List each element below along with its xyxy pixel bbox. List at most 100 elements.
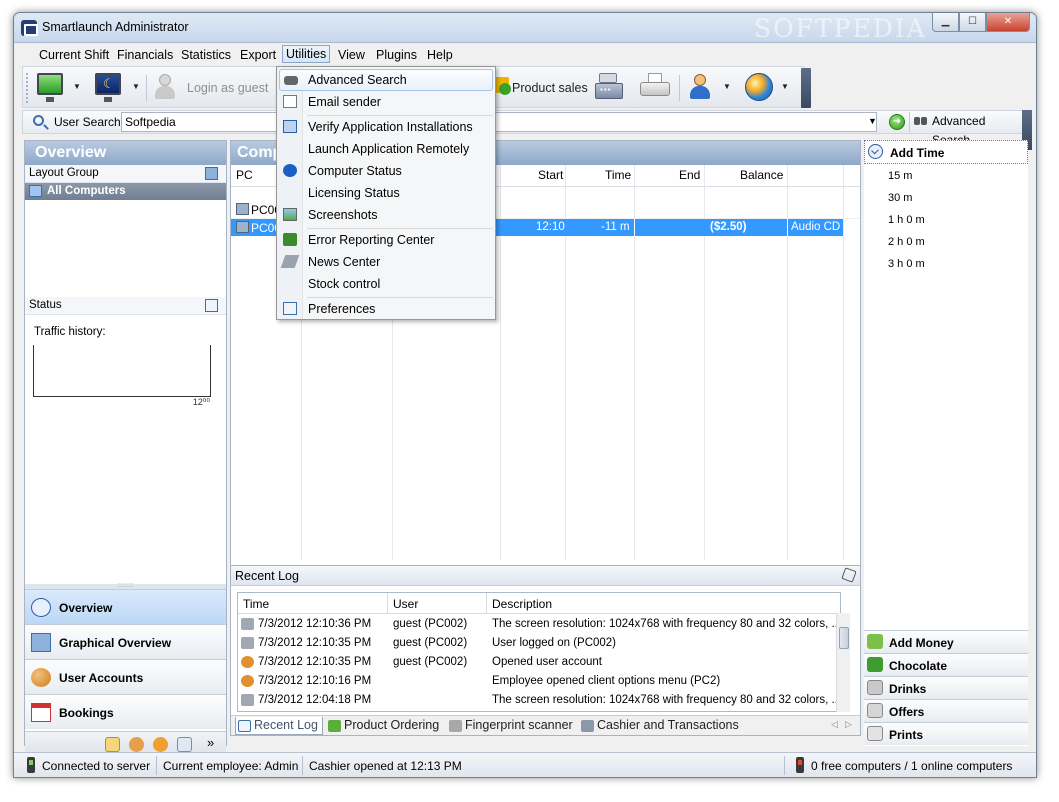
menu-item-advanced-search[interactable]: Advanced Search: [279, 69, 493, 91]
table-row[interactable]: 7/3/2012 12:10:35 PM guest (PC002) User …: [238, 634, 840, 653]
toolbar-overflow-button[interactable]: [801, 68, 811, 108]
col-pc[interactable]: PC: [236, 168, 253, 182]
log-description: User logged on (PC002): [492, 637, 617, 649]
chevron-down-icon[interactable]: ▼: [781, 82, 789, 91]
nav-bookings[interactable]: Bookings: [25, 694, 226, 729]
report-icon[interactable]: [177, 737, 192, 752]
tab-recent-log[interactable]: Recent Log: [235, 717, 323, 735]
menu-export[interactable]: Export: [237, 47, 279, 63]
menu-view[interactable]: View: [335, 47, 368, 63]
internet-button[interactable]: [745, 73, 773, 103]
col-balance[interactable]: Balance: [740, 168, 783, 182]
col-log-user[interactable]: User: [388, 593, 487, 614]
monitor-green-icon: [37, 73, 63, 102]
login-guest-button[interactable]: [153, 73, 177, 103]
tab-scroll-right-icon[interactable]: ▷: [845, 719, 852, 730]
news-icon: [280, 255, 300, 268]
chocolate-icon: [867, 657, 883, 672]
menu-item-news-center[interactable]: News Center: [279, 251, 493, 273]
pin-icon[interactable]: [841, 567, 857, 583]
drinks-button[interactable]: Drinks: [864, 676, 1028, 699]
advanced-search-button[interactable]: Advanced Search: [909, 112, 1029, 147]
add-money-button[interactable]: Add Money: [864, 630, 1028, 653]
time-choice-15m[interactable]: 15 m: [888, 170, 912, 182]
maximize-button[interactable]: ☐: [959, 13, 986, 32]
printer-button[interactable]: [640, 73, 670, 103]
menu-item-licensing-status[interactable]: Licensing Status: [279, 182, 493, 204]
table-row[interactable]: 7/3/2012 12:04:18 PM The screen resoluti…: [238, 691, 840, 710]
tab-scroll-left-icon[interactable]: ◁: [831, 719, 838, 730]
table-row[interactable]: 7/3/2012 12:10:36 PM guest (PC002) The s…: [238, 615, 840, 634]
product-sales-label[interactable]: Product sales: [512, 81, 588, 95]
scroll-thumb[interactable]: [839, 627, 849, 649]
offers-button[interactable]: Offers: [864, 699, 1028, 722]
go-arrow-icon[interactable]: ➜: [889, 114, 905, 130]
menu-item-preferences[interactable]: Preferences: [279, 298, 493, 320]
tab-fingerprint-scanner[interactable]: Fingerprint scanner: [447, 717, 573, 735]
chevron-down-icon[interactable]: ▼: [868, 116, 877, 126]
col-log-time[interactable]: Time: [238, 593, 388, 614]
menu-utilities[interactable]: Utilities: [282, 45, 331, 63]
all-computers-item[interactable]: All Computers: [25, 183, 226, 200]
menu-item-verify-installations[interactable]: Verify Application Installations: [279, 116, 493, 138]
col-end[interactable]: End: [679, 168, 700, 182]
checklist-icon[interactable]: [205, 299, 218, 312]
more-chevron-icon[interactable]: »: [207, 735, 214, 750]
user-search-label: User Search:: [54, 115, 125, 129]
tab-cashier-transactions[interactable]: Cashier and Transactions: [579, 717, 739, 735]
status-bar: Connected to server Current employee: Ad…: [14, 752, 1036, 777]
user-search-input[interactable]: [121, 112, 877, 132]
gear-icon: [241, 618, 254, 630]
col-time[interactable]: Time: [605, 168, 631, 182]
prints-button[interactable]: Prints: [864, 722, 1028, 745]
time-choice-1h[interactable]: 1 h 0 m: [888, 214, 925, 226]
menu-current-shift[interactable]: Current Shift: [36, 47, 112, 63]
time-choice-2h[interactable]: 2 h 0 m: [888, 236, 925, 248]
toolbar-grip[interactable]: [26, 73, 29, 103]
menu-item-launch-remotely[interactable]: Launch Application Remotely: [279, 138, 493, 160]
computer-sleep-button[interactable]: [95, 73, 121, 103]
time-choice-30m[interactable]: 30 m: [888, 192, 912, 204]
chocolate-button[interactable]: Chocolate: [864, 653, 1028, 676]
chevron-down-icon[interactable]: ▼: [73, 82, 81, 91]
menu-plugins[interactable]: Plugins: [373, 47, 420, 63]
chevron-down-icon[interactable]: ▼: [132, 82, 140, 91]
tab-product-ordering[interactable]: Product Ordering: [326, 717, 439, 735]
login-guest-label[interactable]: Login as guest: [187, 81, 268, 95]
menu-item-stock-control[interactable]: Stock control: [279, 273, 493, 295]
table-row[interactable]: 7/3/2012 12:10:35 PM guest (PC002) Opene…: [238, 653, 840, 672]
nav-user-accounts-label: User Accounts: [59, 671, 144, 685]
menu-statistics[interactable]: Statistics: [178, 47, 234, 63]
add-time-header[interactable]: Add Time: [864, 140, 1028, 164]
cash-register-button[interactable]: [595, 73, 625, 103]
col-start[interactable]: Start: [538, 168, 563, 182]
product-sales-button[interactable]: [493, 73, 513, 103]
menu-item-computer-status[interactable]: Computer Status: [279, 160, 493, 182]
notes-icon[interactable]: [105, 737, 120, 752]
time-choice-3h[interactable]: 3 h 0 m: [888, 258, 925, 270]
menu-item-error-reporting[interactable]: Error Reporting Center: [279, 229, 493, 251]
computer-on-button[interactable]: [37, 73, 63, 103]
binoculars-icon: [284, 76, 298, 85]
nav-graphical-overview[interactable]: Graphical Overview: [25, 624, 226, 659]
log-scrollbar[interactable]: [836, 613, 850, 712]
nav-user-accounts[interactable]: User Accounts: [25, 659, 226, 694]
menu-item-screenshots[interactable]: Screenshots: [279, 204, 493, 226]
network-icon[interactable]: [205, 167, 218, 180]
add-time-label: Add Time: [890, 146, 945, 160]
menu-help[interactable]: Help: [424, 47, 456, 63]
user-icon[interactable]: [153, 737, 168, 752]
drinks-icon: [867, 680, 883, 695]
col-log-description[interactable]: Description: [487, 593, 840, 614]
users-icon[interactable]: [129, 737, 144, 752]
nav-overview[interactable]: Overview: [25, 589, 226, 624]
users-button[interactable]: [688, 73, 712, 103]
offers-icon: [867, 703, 883, 718]
table-row[interactable]: 7/3/2012 12:10:16 PM Employee opened cli…: [238, 672, 840, 691]
menu-item-email-sender[interactable]: Email sender: [279, 91, 493, 113]
user-headset-icon: [688, 73, 712, 101]
minimize-button[interactable]: ▁: [932, 13, 959, 32]
close-button[interactable]: ✕: [986, 13, 1030, 32]
chevron-down-icon[interactable]: ▼: [723, 82, 731, 91]
menu-financials[interactable]: Financials: [114, 47, 176, 63]
